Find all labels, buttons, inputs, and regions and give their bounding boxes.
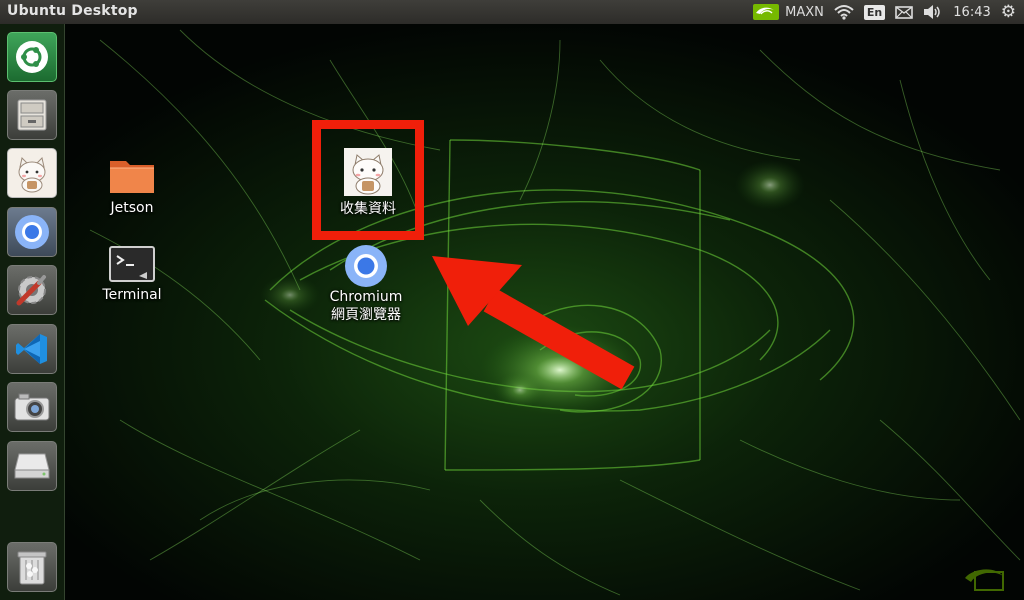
pointer-arrow — [432, 256, 635, 390]
